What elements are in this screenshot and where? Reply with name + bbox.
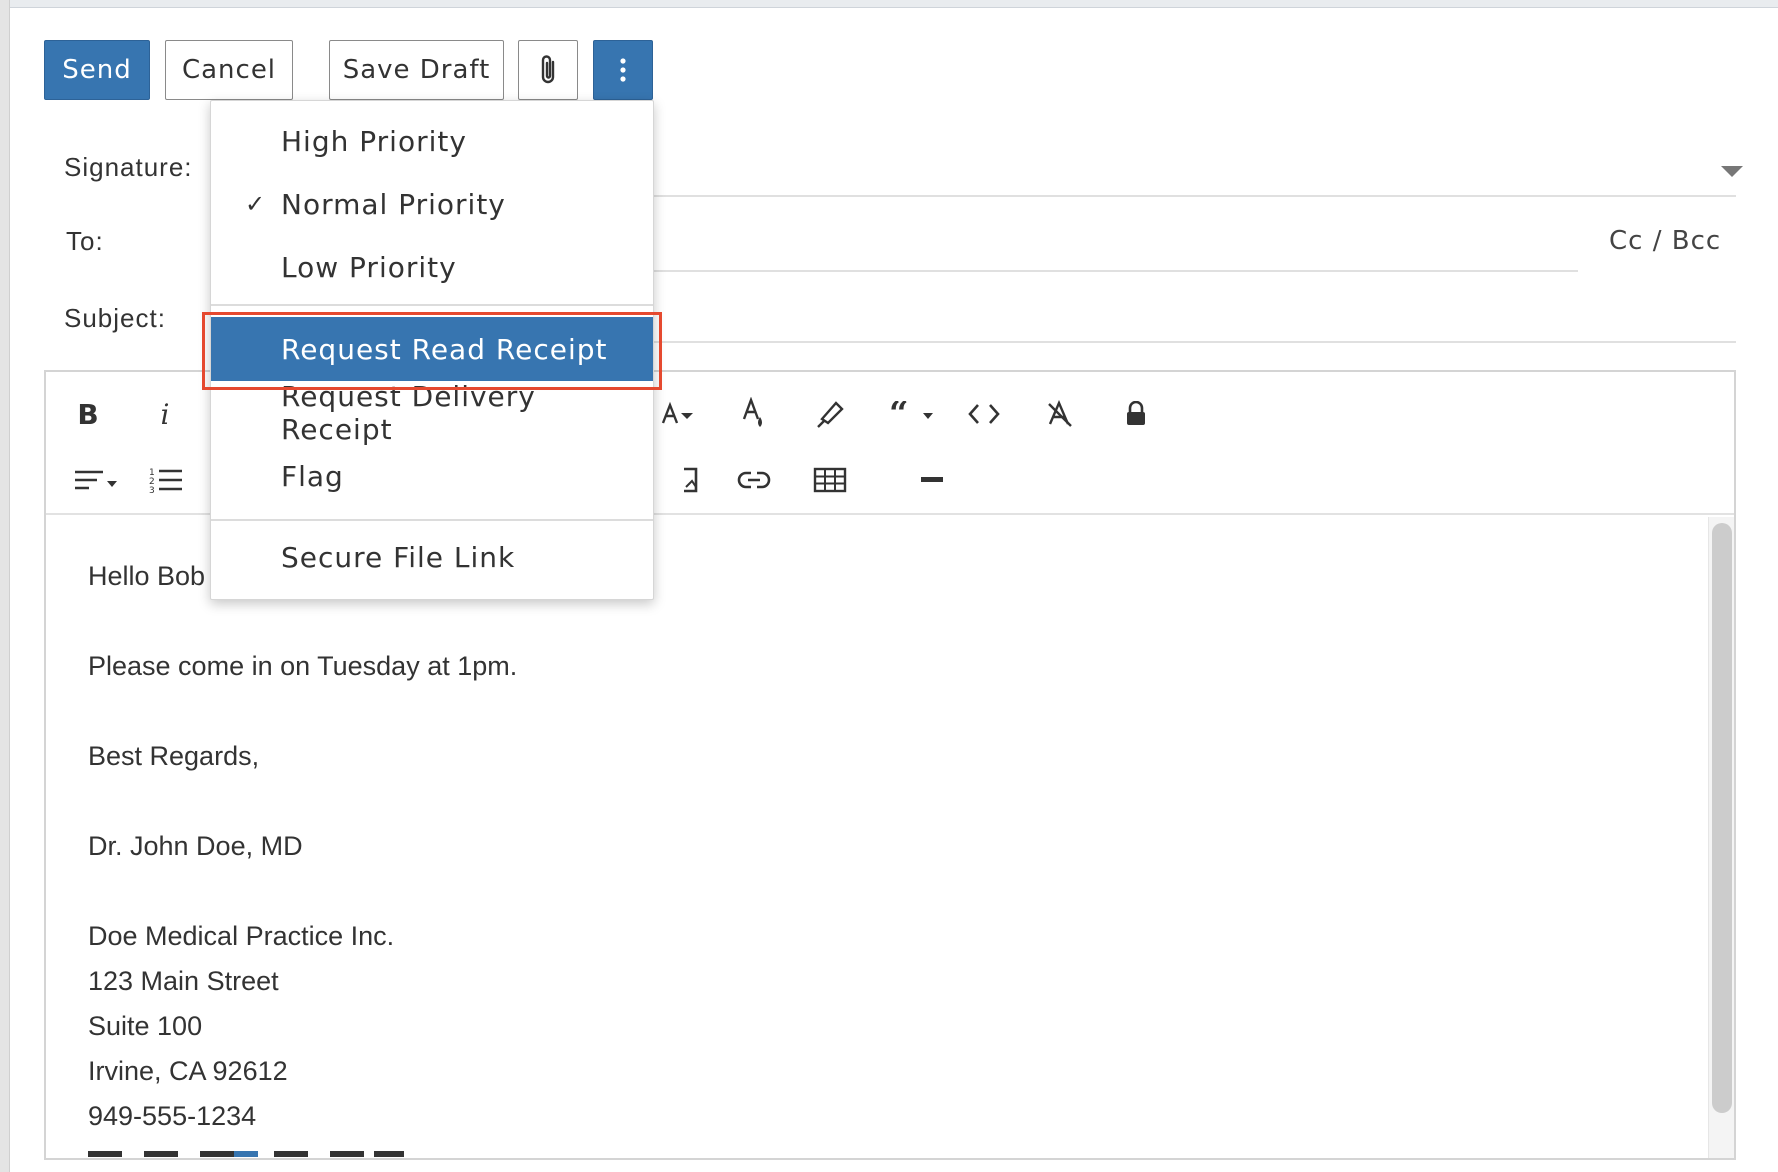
window-top-border [0,0,1778,8]
font-size-icon[interactable] [654,390,702,438]
chevron-down-icon[interactable] [1721,166,1743,177]
signature-company: Doe Medical Practice Inc. [88,921,395,951]
signature-label: Signature: [64,152,193,182]
scrollbar-thumb[interactable] [1712,523,1732,1113]
cc-bcc-link[interactable]: Cc / Bcc [1609,226,1721,256]
bold-icon[interactable]: B [64,390,112,438]
horizontal-rule-icon[interactable] [908,456,956,504]
checkmark-icon: ✓ [245,190,267,218]
menu-item-label: Request Delivery Receipt [281,380,536,446]
signature-street: 123 Main Street [88,966,279,996]
menu-item-secure-file-link[interactable]: Secure File Link [211,527,653,587]
menu-item-request-delivery-receipt[interactable]: Request Delivery Receipt [211,380,653,446]
body-line: Please come in on Tuesday at 1pm. [88,651,518,681]
body-greeting: Hello Bob [88,561,206,591]
company-logo [88,1147,408,1158]
menu-divider [211,519,653,521]
send-button[interactable]: Send [44,40,150,100]
more-options-menu: High Priority ✓ Normal Priority Low Prio… [210,100,654,600]
window-left-border [0,0,10,1172]
menu-item-label: Flag [281,459,344,493]
body-closing: Best Regards, [88,741,260,771]
menu-item-request-read-receipt[interactable]: Request Read Receipt [211,317,653,381]
lock-icon[interactable] [1112,390,1160,438]
signature-city: Irvine, CA 92612 [88,1056,288,1086]
menu-item-low-priority[interactable]: Low Priority [211,237,653,297]
compose-window: Send Cancel Save Draft Signature: To: Cc… [0,0,1778,1172]
menu-item-normal-priority[interactable]: ✓ Normal Priority [211,174,653,234]
paperclip-icon [537,54,559,86]
signature-name: Dr. John Doe, MD [88,831,303,861]
menu-item-label: High Priority [281,124,467,158]
highlighter-icon[interactable] [806,390,854,438]
attach-button[interactable] [518,40,578,100]
cancel-button[interactable]: Cancel [165,40,293,100]
menu-divider [211,304,653,306]
svg-text:3: 3 [149,486,155,494]
image-icon[interactable] [672,456,698,504]
svg-text:“: “ [889,401,909,427]
align-dropdown-icon[interactable] [70,456,122,504]
to-label: To: [66,226,104,256]
editor-body[interactable]: Hello Bob Please come in on Tuesday at 1… [46,517,1734,1158]
quote-icon[interactable]: “ [884,390,940,438]
menu-item-flag[interactable]: Flag [211,446,653,506]
menu-item-label: Secure File Link [281,540,516,574]
subject-input-underline[interactable] [650,341,1736,343]
italic-icon[interactable]: i [141,390,189,438]
link-icon[interactable] [730,456,778,504]
to-input-underline[interactable] [650,270,1578,272]
signature-phone: 949-555-1234 [88,1101,257,1131]
signature-suite: Suite 100 [88,1011,203,1041]
menu-item-label: Request Read Receipt [281,332,608,366]
table-icon[interactable] [806,456,854,504]
subject-label: Subject: [64,303,166,333]
signature-select-underline[interactable] [650,195,1736,197]
text-color-icon[interactable] [730,390,778,438]
more-options-button[interactable] [593,40,653,100]
clear-format-icon[interactable] [1036,390,1084,438]
menu-item-label: Low Priority [281,250,457,284]
editor-scrollbar[interactable] [1708,517,1734,1158]
menu-item-label: Normal Priority [281,187,506,221]
code-icon[interactable] [960,390,1008,438]
menu-item-high-priority[interactable]: High Priority [211,111,653,171]
save-draft-button[interactable]: Save Draft [329,40,504,100]
numbered-list-icon[interactable]: 123 [142,456,190,504]
vertical-ellipsis-icon [619,57,627,83]
